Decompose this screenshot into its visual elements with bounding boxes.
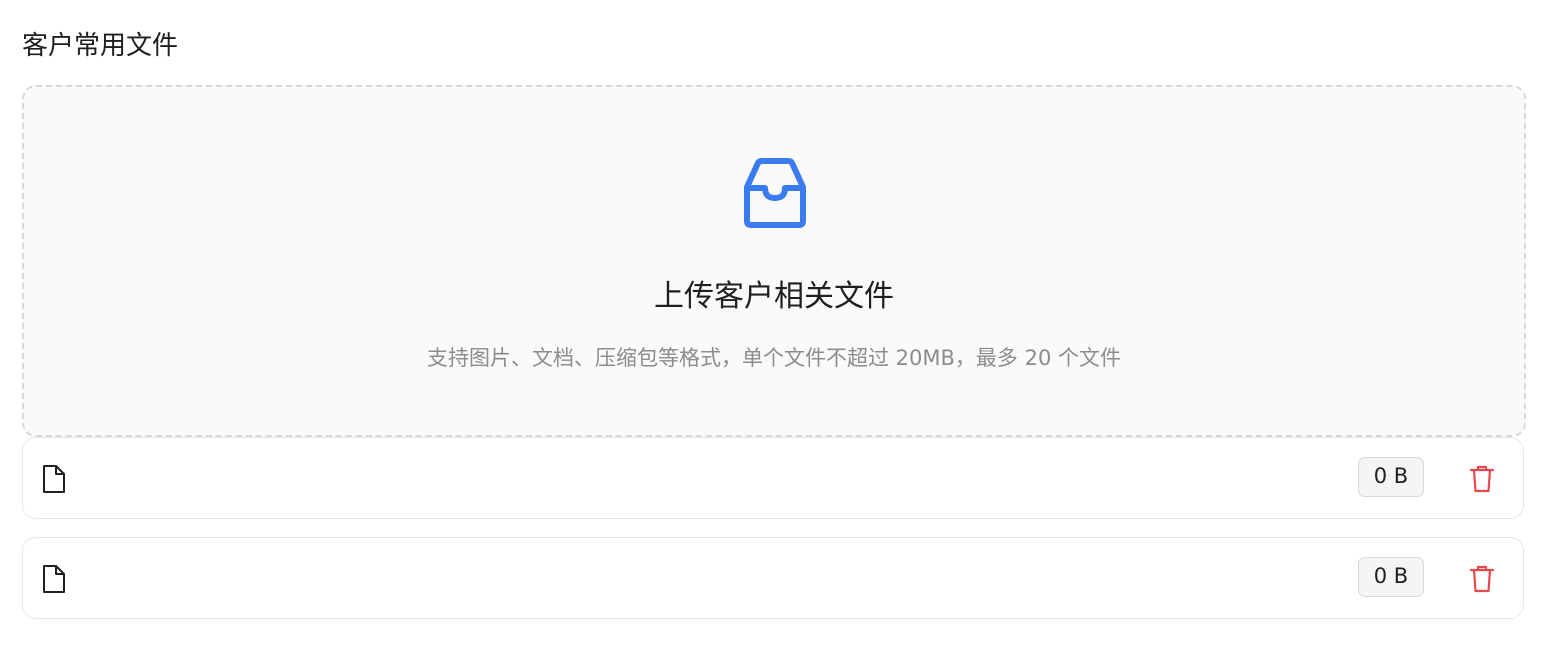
file-icon [43, 465, 65, 493]
upload-hint: 支持图片、文档、压缩包等格式，单个文件不超过 20MB，最多 20 个文件 [427, 346, 1121, 370]
file-size-badge: 0 B [1358, 457, 1424, 497]
upload-title: 上传客户相关文件 [654, 279, 894, 314]
trash-icon [1469, 465, 1495, 493]
inbox-icon [744, 158, 806, 228]
delete-file-button[interactable] [1465, 562, 1499, 596]
file-size-badge: 0 B [1358, 557, 1424, 597]
section-title: 客户常用文件 [22, 31, 179, 61]
delete-file-button[interactable] [1465, 462, 1499, 496]
file-row: 0 B [22, 537, 1524, 619]
file-icon [43, 565, 65, 593]
trash-icon [1469, 565, 1495, 593]
file-row: 0 B [22, 437, 1524, 519]
upload-dropzone[interactable]: 上传客户相关文件 支持图片、文档、压缩包等格式，单个文件不超过 20MB，最多 … [22, 85, 1526, 437]
